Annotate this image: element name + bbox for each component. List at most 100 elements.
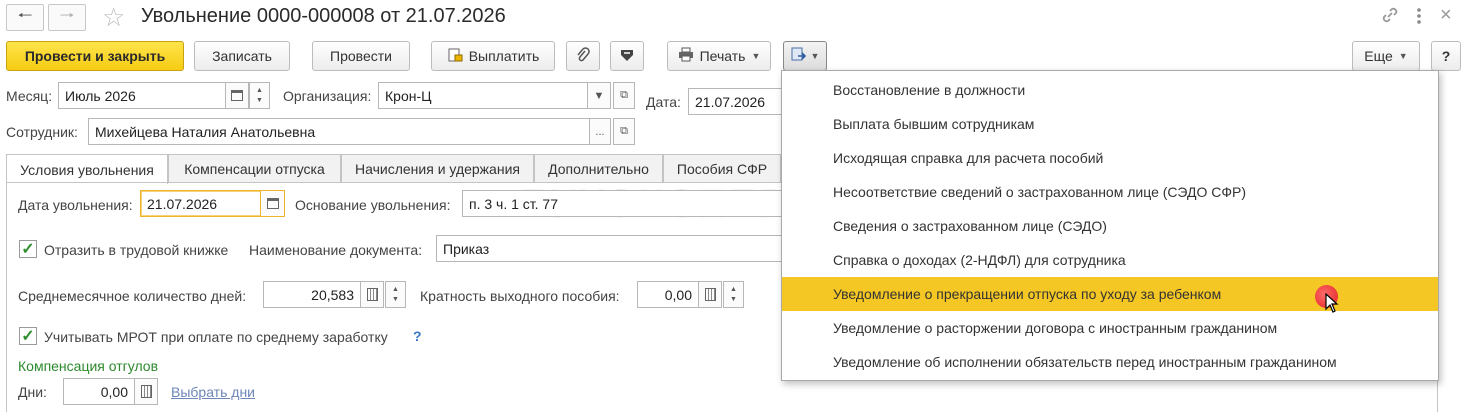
open-icon: ⧉: [620, 125, 628, 137]
menu-item-highlighted[interactable]: Уведомление о прекращении отпуска по ухо…: [782, 277, 1438, 311]
checkmark-icon: ✓: [21, 241, 35, 258]
help-button[interactable]: ?: [1431, 41, 1461, 71]
open-icon: ⧉: [620, 89, 628, 101]
mrot-help-icon[interactable]: ?: [413, 328, 422, 344]
menu-item[interactable]: Исходящая справка для расчета пособий: [782, 141, 1438, 175]
dismissal-date-input[interactable]: 21.07.2026: [140, 190, 262, 217]
printer-icon: [678, 47, 694, 65]
calculator-icon: [140, 385, 152, 398]
date-label: Дата:: [646, 94, 681, 110]
tab-sfr-benefits[interactable]: Пособия СФР: [663, 154, 781, 183]
severance-stepper[interactable]: ▲ ▼: [723, 281, 744, 308]
menu-item[interactable]: Уведомление об исполнении обязательств п…: [782, 345, 1438, 379]
mrot-checkbox[interactable]: ✓: [19, 327, 37, 345]
create-based-on-menu: Восстановление в должности Выплата бывши…: [781, 70, 1439, 381]
back-button[interactable]: 🠐: [6, 4, 44, 31]
tab-accruals-deductions[interactable]: Начисления и удержания: [341, 154, 534, 183]
more-button-label: Еще: [1364, 48, 1393, 64]
days-input[interactable]: 0,00: [63, 378, 135, 405]
workbook-checkbox[interactable]: ✓: [19, 240, 37, 258]
calculator-icon: [704, 288, 716, 301]
month-label: Месяц:: [6, 88, 53, 104]
save-button[interactable]: Записать: [194, 41, 290, 71]
menu-item[interactable]: Несоответствие сведений о застрахованном…: [782, 175, 1438, 209]
chevron-down-icon: ▼: [730, 295, 737, 303]
month-stepper[interactable]: ▲ ▼: [249, 82, 270, 109]
document-name-input[interactable]: Приказ: [436, 235, 782, 262]
menu-item[interactable]: Уведомление о расторжении договора с ино…: [782, 311, 1438, 345]
basis-label: Основание увольнения:: [295, 197, 451, 213]
ellipsis-icon: ...: [595, 125, 605, 138]
organization-dropdown-button[interactable]: ▼: [587, 82, 611, 109]
post-button[interactable]: Провести: [312, 41, 410, 71]
chevron-down-icon: ▼: [593, 89, 605, 102]
employee-label: Сотрудник:: [6, 124, 78, 140]
calendar-icon: [231, 90, 243, 101]
tab-additional[interactable]: Дополнительно: [534, 154, 663, 183]
chevron-up-icon: ▲: [392, 285, 399, 293]
severance-input[interactable]: 0,00: [637, 281, 699, 308]
arrow-right-icon: 🠒: [59, 6, 75, 25]
compensation-section-title: Компенсация отгулов: [18, 358, 158, 374]
days-calculator-button[interactable]: [134, 378, 158, 405]
esign-button[interactable]: [610, 41, 644, 71]
dismissal-date-label: Дата увольнения:: [18, 197, 133, 213]
close-icon[interactable]: ×: [1440, 4, 1452, 27]
link-icon[interactable]: [1380, 5, 1400, 30]
shield-icon: [619, 47, 635, 66]
star-icon[interactable]: ☆: [102, 2, 125, 33]
basis-input[interactable]: п. 3 ч. 1 ст. 77: [462, 190, 782, 217]
tab-vacation-compensation[interactable]: Компенсации отпуска: [168, 154, 341, 183]
choose-days-link[interactable]: Выбрать дни: [171, 384, 255, 400]
create-based-on-icon: [791, 47, 807, 66]
severance-calculator-button[interactable]: [698, 281, 722, 308]
menu-item[interactable]: Сведения о застрахованном лице (СЭДО): [782, 209, 1438, 243]
page-title: Увольнение 0000-000008 от 21.07.2026: [141, 5, 506, 27]
print-button[interactable]: Печать ▼: [667, 41, 771, 71]
days-label: Дни:: [18, 384, 47, 400]
date-input[interactable]: 21.07.2026: [688, 88, 784, 115]
menu-item[interactable]: Восстановление в должности: [782, 73, 1438, 107]
menu-item[interactable]: Справка о доходах (2-НДФЛ) для сотрудник…: [782, 243, 1438, 277]
checkmark-icon: ✓: [21, 328, 35, 345]
employee-input[interactable]: Михейцева Наталия Анатольевна: [88, 118, 590, 145]
chevron-down-icon: ▼: [1398, 51, 1408, 61]
avg-days-label: Среднемесячное количество дней:: [18, 288, 247, 304]
chevron-down-icon: ▼: [810, 51, 820, 61]
chevron-down-icon: ▼: [256, 96, 263, 104]
avg-days-input[interactable]: 20,583: [263, 281, 361, 308]
payment-icon: [447, 47, 463, 66]
paperclip-icon: [576, 46, 590, 66]
chevron-up-icon: ▲: [730, 285, 737, 293]
pay-button-label: Выплатить: [468, 48, 540, 64]
calendar-icon: [266, 198, 279, 209]
chevron-down-icon: ▼: [751, 51, 761, 61]
mrot-checkbox-label: Учитывать МРОТ при оплате по среднему за…: [44, 329, 388, 345]
employee-open-button[interactable]: ⧉: [613, 118, 635, 145]
attach-button[interactable]: [566, 41, 600, 71]
month-input[interactable]: Июль 2026: [58, 82, 226, 109]
workbook-checkbox-label: Отразить в трудовой книжке: [44, 242, 229, 258]
more-button[interactable]: Еще ▼: [1352, 41, 1420, 71]
calculator-icon: [366, 288, 378, 301]
chevron-down-icon: ▼: [392, 295, 399, 303]
dismissal-date-calendar-button[interactable]: [260, 190, 285, 217]
severance-label: Кратность выходного пособия:: [420, 288, 620, 304]
organization-input[interactable]: Крон-Ц: [378, 82, 588, 109]
menu-item[interactable]: Выплата бывшим сотрудникам: [782, 107, 1438, 141]
avg-days-calculator-button[interactable]: [360, 281, 384, 308]
post-and-close-button[interactable]: Провести и закрыть: [6, 41, 184, 71]
print-button-label: Печать: [699, 48, 746, 64]
pay-button[interactable]: Выплатить: [431, 41, 555, 71]
mouse-pointer-icon: [1325, 292, 1339, 316]
employee-select-button[interactable]: ...: [589, 118, 611, 145]
avg-days-stepper[interactable]: ▲ ▼: [385, 281, 406, 308]
document-name-label: Наименование документа:: [249, 242, 423, 258]
organization-open-button[interactable]: ⧉: [613, 82, 635, 109]
tab-dismissal-conditions[interactable]: Условия увольнения: [6, 154, 168, 184]
vertical-dots-icon[interactable]: [1414, 6, 1424, 31]
calendar-button[interactable]: [225, 82, 249, 109]
organization-label: Организация:: [283, 88, 372, 104]
create-based-on-button[interactable]: ▼: [783, 41, 827, 71]
forward-button[interactable]: 🠒: [48, 4, 86, 31]
